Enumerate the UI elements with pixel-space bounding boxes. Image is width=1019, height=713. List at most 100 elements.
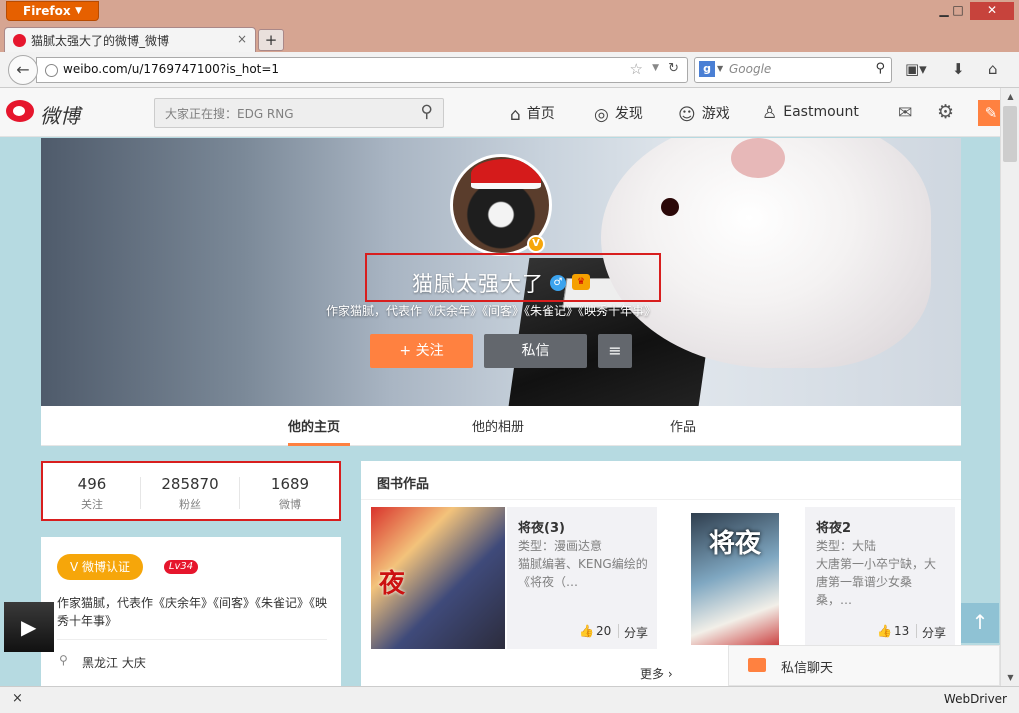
browser-status-bar: × WebDriver (0, 686, 1019, 713)
more-menu-button[interactable]: ≡ (598, 334, 632, 368)
stat-following-value: 496 (77, 475, 107, 493)
book-cover-image[interactable]: 夜 (371, 507, 505, 649)
book-desc: 大唐第一小卒宁缺，大唐第一靠谱少女桑桑，… (816, 557, 937, 607)
private-chat-label: 私信聊天 (781, 661, 834, 676)
status-webdriver-label: WebDriver (943, 692, 1007, 706)
profile-cover: V 猫腻太强大了 ♂ ♛ 作家猫腻，代表作《庆余年》《间客》《朱雀记》《映秀十年… (41, 138, 961, 406)
stat-following-label: 关注 (81, 498, 103, 511)
game-icon: ☺ (678, 105, 696, 125)
thumbs-up-icon: 👍 (579, 624, 594, 638)
tab-home[interactable]: 他的主页 (288, 416, 340, 435)
back-arrow-icon: ← (16, 60, 30, 79)
play-icon[interactable]: ▶ (21, 615, 36, 639)
thumbs-up-icon: 👍 (877, 624, 892, 638)
book-share-button[interactable]: 分享 (624, 624, 648, 641)
book-cover-image[interactable]: 将夜 (691, 513, 779, 645)
url-bar[interactable]: weibo.com/u/1769747100?is_hot=1 ☆ ▼ ↻ (36, 57, 688, 83)
close-window-button[interactable]: ✕ (970, 2, 1014, 20)
nav-user-label: Eastmount (783, 104, 859, 120)
browser-tab[interactable]: 猫腻太强大了的微博_微博 × (4, 27, 256, 52)
stat-fans-label: 粉丝 (179, 498, 201, 511)
user-icon: ♙ (762, 103, 778, 123)
page-viewport: 微博 大家正在搜：EDG RNG ⚲ ⌂ 首页 ◎ 发现 ☺ 游戏 ♙ Eastmoun… (0, 88, 1019, 686)
nav-game[interactable]: ☺ 游戏 (678, 103, 730, 125)
book-desc: 猫腻编著、KENG编绘的《将夜（… (518, 557, 648, 589)
back-button[interactable]: ← (8, 55, 38, 85)
weibo-logo-text: 微博 (40, 104, 80, 128)
books-divider (361, 499, 961, 500)
engine-dropdown-icon[interactable]: ▼ (717, 64, 723, 73)
books-title: 图书作品 (377, 477, 430, 492)
books-more-link[interactable]: 更多 › (640, 665, 673, 682)
stat-posts[interactable]: 1689 微博 (241, 475, 339, 512)
nav-user[interactable]: ♙ Eastmount (762, 103, 859, 123)
weibo-search-input[interactable]: 大家正在搜：EDG RNG ⚲ (154, 98, 444, 128)
scroll-up-arrow-icon[interactable]: ▲ (1001, 88, 1019, 105)
book-name[interactable]: 将夜2 (816, 517, 851, 536)
location-text: 黑龙江 大庆 (82, 656, 146, 670)
hamster-ear (731, 138, 785, 178)
book-cover-title: 夜 (379, 569, 406, 599)
stat-posts-label: 微博 (279, 498, 301, 511)
profile-intro: 作家猫腻，代表作《庆余年》《间客》《朱雀记》《映秀十年事》 (326, 304, 657, 318)
weibo-verify-badge[interactable]: V 微博认证 (57, 554, 143, 580)
member-crown-icon[interactable]: ♛ (572, 274, 590, 290)
page-scrollbar[interactable]: ▲ ▼ (1000, 88, 1019, 686)
discover-icon: ◎ (594, 105, 609, 125)
bookmark-star-icon[interactable]: ☆ (630, 60, 643, 78)
message-button[interactable]: 私信 (484, 334, 587, 368)
gear-icon[interactable]: ⚙ (937, 101, 954, 123)
book-name[interactable]: 将夜(3) (518, 517, 565, 536)
book-cover-title: 将夜 (709, 529, 762, 559)
new-tab-button[interactable]: + (258, 29, 284, 51)
profile-tabs: 他的主页 他的相册 作品 (41, 406, 961, 446)
url-dropdown-icon[interactable]: ▼ (652, 63, 659, 73)
download-icon[interactable]: ⬇ (952, 60, 965, 78)
status-close-icon[interactable]: × (12, 691, 23, 706)
stat-following[interactable]: 496 关注 (43, 475, 141, 512)
search-icon[interactable]: ⚲ (875, 61, 885, 76)
profile-info-card: V 微博认证 Lv34 作家猫腻，代表作《庆余年》《间客》《朱雀记》《映秀十年事… (41, 537, 341, 686)
scroll-down-arrow-icon[interactable]: ▼ (1001, 669, 1019, 686)
google-engine-icon[interactable]: g (699, 61, 715, 77)
weibo-favicon-icon (13, 34, 26, 47)
santa-hat (471, 159, 541, 189)
home-icon[interactable]: ⌂ (988, 60, 998, 78)
scrollbar-thumb[interactable] (1003, 106, 1017, 162)
mail-icon[interactable]: ✉ (898, 103, 912, 123)
weibo-eye-icon (6, 100, 34, 122)
tab-strip: 猫腻太强大了的微博_微博 × + (0, 24, 1019, 52)
book-item[interactable]: 将夜(3) 类型：漫画达意 猫腻编著、KENG编绘的《将夜（… 👍 20 分享 (507, 507, 657, 649)
nav-discover[interactable]: ◎ 发现 (594, 103, 643, 125)
bookmarks-menu-icon[interactable]: ▣▾ (905, 60, 927, 78)
book-like-button[interactable]: 👍 13 (877, 624, 909, 638)
nav-game-label: 游戏 (701, 106, 730, 122)
maximize-button[interactable]: □ (944, 2, 972, 20)
profile-nickname: 猫腻太强大了 (412, 272, 544, 296)
verify-text: 作家猫腻，代表作《庆余年》《间客》《朱雀记》《映秀十年事》 (57, 596, 328, 628)
reload-icon[interactable]: ↻ (668, 61, 679, 76)
level-badge[interactable]: Lv34 (164, 560, 198, 574)
info-divider (57, 639, 327, 640)
book-like-count: 13 (893, 624, 910, 638)
tab-close-icon[interactable]: × (237, 32, 247, 46)
profile-stats: 496 关注 285870 粉丝 1689 微博 (41, 461, 341, 521)
navigation-toolbar: weibo.com/u/1769747100?is_hot=1 ☆ ▼ ↻ ← … (0, 52, 1019, 88)
floating-video-thumbnail[interactable]: ▶ (4, 602, 54, 652)
stat-fans[interactable]: 285870 粉丝 (141, 475, 239, 512)
follow-button[interactable]: + 关注 (370, 334, 473, 368)
book-like-button[interactable]: 👍 20 (579, 624, 611, 638)
private-chat-bar[interactable]: 私信聊天 (728, 645, 1000, 686)
nav-home[interactable]: ⌂ 首页 (510, 103, 555, 125)
search-icon[interactable]: ⚲ (421, 102, 433, 122)
window-titlebar: Firefox ▼ ▁ □ ✕ (0, 0, 1019, 24)
firefox-menu-button[interactable]: Firefox ▼ (6, 1, 99, 21)
tab-works[interactable]: 作品 (670, 416, 696, 435)
weibo-search-placeholder: 大家正在搜：EDG RNG (165, 107, 294, 121)
book-share-button[interactable]: 分享 (922, 624, 946, 641)
search-bar[interactable]: g ▼ Google ⚲ (694, 57, 892, 83)
nav-discover-label: 发现 (614, 106, 643, 122)
back-to-top-button[interactable]: ↑ (961, 603, 999, 643)
book-item[interactable]: 将夜2 类型：大陆 大唐第一小卒宁缺，大唐第一靠谱少女桑桑，… 👍 13 分享 (805, 507, 955, 649)
tab-album[interactable]: 他的相册 (472, 416, 524, 435)
